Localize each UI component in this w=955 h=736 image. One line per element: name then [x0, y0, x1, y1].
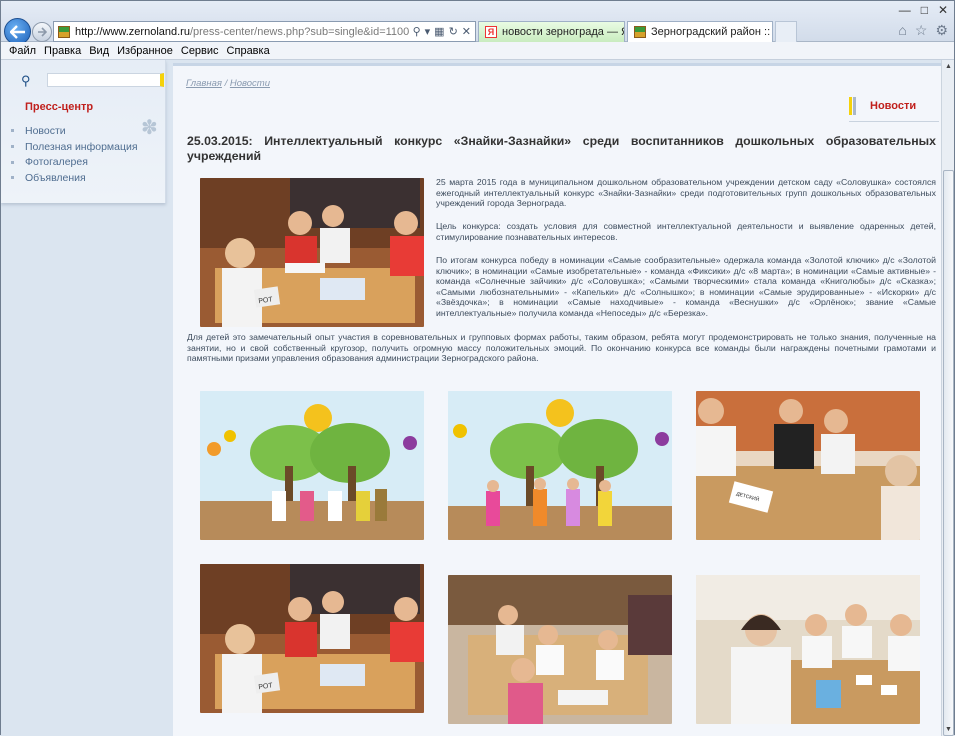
- bullet-icon: [11, 176, 14, 180]
- search-icon[interactable]: ⚲: [21, 73, 35, 88]
- tab-zernoland[interactable]: Зерноградский район :: Н... ✕: [627, 21, 773, 42]
- vertical-scrollbar[interactable]: ▲ ▼: [941, 60, 954, 736]
- minimize-icon[interactable]: —: [899, 3, 911, 17]
- tab-label: новости зернограда — Яндек...: [502, 26, 624, 38]
- settings-gear-icon[interactable]: ⚙: [935, 22, 948, 39]
- classroom-photo-3: РОТ: [200, 564, 424, 713]
- sidebar: ⚲ Пресс-центр ✽ Новости Полезная информа…: [1, 60, 166, 203]
- compat-icon[interactable]: ▦: [434, 25, 444, 38]
- arrow-left-icon: [9, 24, 25, 39]
- section-label-text: Новости: [870, 100, 917, 112]
- back-button[interactable]: [4, 18, 31, 45]
- tab-yandex[interactable]: Я новости зернограда — Яндек...: [478, 21, 625, 42]
- menu-file[interactable]: Файл: [9, 45, 36, 57]
- yandex-icon: Я: [485, 26, 497, 38]
- article-paragraph-3: По итогам конкурса победу в номинации «С…: [436, 255, 936, 318]
- decor-icon: ✽: [141, 117, 158, 139]
- sidebar-item-photo-gallery[interactable]: Фотогалерея: [11, 154, 138, 170]
- new-tab-button[interactable]: [775, 21, 797, 42]
- site-favicon-icon: [58, 25, 70, 38]
- toolbar-icons: ⌂ ☆ ⚙: [898, 22, 948, 39]
- sidebar-menu: Новости Полезная информация Фотогалерея …: [11, 123, 138, 186]
- site-favicon-icon: [634, 26, 646, 38]
- window-controls: — □ ✕: [899, 3, 948, 17]
- section-label: Новости: [849, 97, 916, 115]
- classroom-photo-1: РОТ: [200, 178, 424, 327]
- sidebar-section-title: Пресс-центр: [25, 101, 94, 113]
- article-paragraph-4: Для детей это замечательный опыт участия…: [187, 332, 936, 364]
- bullet-icon: [11, 160, 14, 164]
- search-icon[interactable]: ⚲: [413, 25, 421, 38]
- section-bars-icon: [849, 97, 856, 115]
- gallery-photo[interactable]: [200, 391, 424, 540]
- article-photo[interactable]: РОТ: [200, 178, 424, 327]
- article-paragraph-2: Цель конкурса: создать условия для совме…: [436, 221, 936, 242]
- classroom-photo-2: ДЕТСКИЙ: [696, 391, 920, 540]
- search-input[interactable]: [47, 73, 164, 87]
- scrollbar-thumb[interactable]: [943, 170, 954, 736]
- gallery-photo[interactable]: [448, 391, 672, 540]
- address-url[interactable]: http://www.zernoland.ru/press-center/new…: [75, 26, 413, 38]
- page-viewport: ⚲ Пресс-центр ✽ Новости Полезная информа…: [1, 60, 941, 736]
- classroom-photo-4: [448, 575, 672, 724]
- breadcrumb: Главная / Новости: [186, 78, 270, 89]
- sidebar-item-announcements[interactable]: Объявления: [11, 170, 138, 186]
- gallery-photo[interactable]: [696, 575, 920, 724]
- gallery-photo[interactable]: ДЕТСКИЙ: [696, 391, 920, 540]
- gallery-photo[interactable]: [448, 575, 672, 724]
- menu-help[interactable]: Справка: [227, 45, 270, 57]
- sidebar-item-useful-info[interactable]: Полезная информация: [11, 139, 138, 155]
- tab-label: Зерноградский район :: Н...: [651, 26, 772, 38]
- bullet-icon: [11, 129, 14, 133]
- stage-photo-2: [448, 391, 672, 540]
- sidebar-item-news[interactable]: Новости: [11, 123, 138, 139]
- menu-view[interactable]: Вид: [89, 45, 109, 57]
- address-tools: ⚲ ▾ ▦ ↻ ✕: [413, 25, 475, 38]
- home-icon[interactable]: ⌂: [898, 22, 906, 39]
- article-title: 25.03.2015: Интеллектуальный конкурс «Зн…: [187, 134, 936, 163]
- address-bar[interactable]: http://www.zernoland.ru/press-center/new…: [53, 21, 476, 42]
- site-search: ⚲: [21, 73, 164, 88]
- browser-window: — □ ✕ http://www.zernoland.ru/press-cent…: [0, 0, 955, 736]
- close-icon[interactable]: ✕: [938, 3, 948, 17]
- refresh-icon[interactable]: ↻: [449, 25, 458, 38]
- stage-photo-1: [200, 391, 424, 540]
- bullet-icon: [11, 145, 14, 149]
- scroll-up-icon[interactable]: ▲: [943, 61, 954, 72]
- menu-bar: Файл Правка Вид Избранное Сервис Справка: [1, 42, 954, 60]
- favorites-star-icon[interactable]: ☆: [915, 22, 928, 39]
- scroll-down-icon[interactable]: ▼: [943, 724, 954, 735]
- menu-tools[interactable]: Сервис: [181, 45, 219, 57]
- divider: [849, 121, 939, 122]
- classroom-photo-5: [696, 575, 920, 724]
- breadcrumb-home[interactable]: Главная: [186, 78, 222, 89]
- stop-icon[interactable]: ✕: [462, 25, 471, 38]
- maximize-icon[interactable]: □: [921, 3, 928, 17]
- dropdown-icon[interactable]: ▾: [425, 25, 431, 38]
- menu-edit[interactable]: Правка: [44, 45, 81, 57]
- browser-toolbar: — □ ✕ http://www.zernoland.ru/press-cent…: [1, 1, 954, 45]
- gallery-photo[interactable]: РОТ: [200, 564, 424, 713]
- main-content: Главная / Новости Новости 25.03.2015: Ин…: [173, 63, 941, 736]
- menu-favorites[interactable]: Избранное: [117, 45, 173, 57]
- arrow-right-icon: [38, 27, 47, 37]
- article-paragraph-1: 25 марта 2015 года в муниципальном дошко…: [436, 177, 936, 209]
- breadcrumb-news[interactable]: Новости: [230, 78, 270, 89]
- forward-button[interactable]: [32, 22, 52, 42]
